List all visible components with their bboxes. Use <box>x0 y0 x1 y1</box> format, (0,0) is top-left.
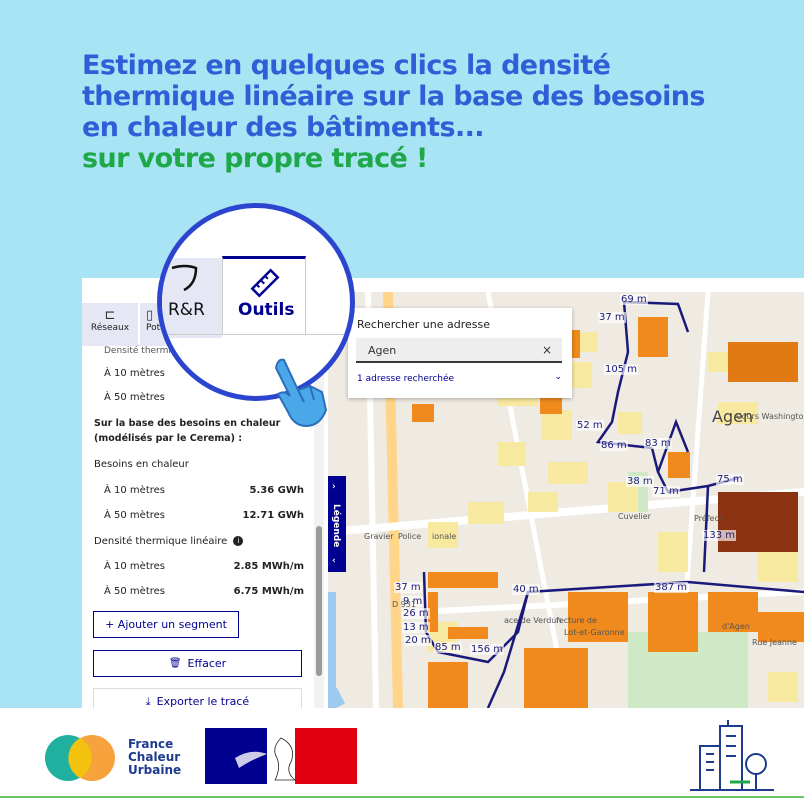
magnified-rr-label: R&R <box>168 300 205 320</box>
info-icon[interactable]: i <box>233 536 244 546</box>
distance-label: 52 m <box>576 420 604 431</box>
chevron-icon: › <box>332 482 336 492</box>
map-place-label: Cuvelier <box>618 512 651 521</box>
densite-title: Densité thermique linéaire <box>94 536 228 547</box>
map-place-label: Rue Jeanne <box>752 638 797 647</box>
buildings-tree-icon <box>690 720 774 791</box>
besoins-50m-row: À 50 mètres 12.71 GWh <box>94 510 304 521</box>
distance-label: 133 m <box>702 530 737 541</box>
densite-10m-row: À 10 mètres 2.85 MWh/m <box>94 561 304 572</box>
hero-background: Estimez en quelques clics la densité the… <box>0 0 804 708</box>
chevron-icon-bottom: ‹ <box>332 556 336 566</box>
densite-50m-label: À 50 mètres <box>104 586 165 597</box>
map-place-label: Cours Washington <box>736 412 804 421</box>
headline-line-1: Estimez en quelques clics la densité <box>82 50 611 81</box>
tab-reseaux-label: Réseaux <box>90 323 130 333</box>
pointing-hand-icon <box>274 358 328 428</box>
effacer-label: Effacer <box>187 657 227 670</box>
distance-label: 83 m <box>644 438 672 449</box>
distance-label: 26 m <box>402 608 430 619</box>
distance-label: 85 m <box>434 642 462 653</box>
headline: Estimez en quelques clics la densité the… <box>82 50 762 174</box>
besoins-50m-value: 12.71 GWh <box>242 510 304 521</box>
distance-label: 40 m <box>512 584 540 595</box>
distance-label: 20 m <box>404 635 432 646</box>
besoins-10m-label: À 10 mètres <box>104 485 165 496</box>
densite-title-row: Densité thermique linéaire i <box>94 536 304 547</box>
map-place-label: D 931 <box>392 600 416 609</box>
distance-label: 387 m <box>654 582 689 593</box>
export-button[interactable]: ⤓ Exporter le tracé <box>93 688 302 708</box>
tab-reseaux[interactable]: ⊏ Réseaux <box>82 303 138 346</box>
search-title: Rechercher une adresse <box>357 318 490 331</box>
distance-label: 75 m <box>716 474 744 485</box>
recent-searches[interactable]: 1 adresse recherchée <box>357 374 454 384</box>
divider <box>162 334 350 335</box>
search-value: Agen <box>368 344 397 357</box>
map-place-label: Préfect <box>694 514 722 523</box>
map-place-label: Police <box>398 532 422 541</box>
map-place-label: d'Agen <box>722 622 750 631</box>
shield-icon <box>171 264 198 292</box>
map-place-label: ace de Verdun <box>504 616 562 625</box>
distance-label: 86 m <box>600 440 628 451</box>
map-place-label: ionale <box>432 532 457 541</box>
pipe-icon: ⊏ <box>104 308 116 323</box>
brand-line-3: Urbaine <box>128 763 182 777</box>
legend-label: Légende <box>331 504 341 548</box>
headline-line-3: en chaleur des bâtiments... <box>82 112 485 143</box>
headline-line-4: sur votre propre tracé ! <box>82 143 428 174</box>
france-chaleur-urbaine-logo <box>45 735 115 781</box>
distance-label: 105 m <box>604 364 639 375</box>
footer: France Chaleur Urbaine <box>0 708 804 804</box>
besoins-10m-value: 5.36 GWh <box>249 485 304 496</box>
legend-toggle[interactable]: › Légende ‹ <box>328 476 346 572</box>
headline-line-2: thermique linéaire sur la base des besoi… <box>82 81 705 112</box>
map-place-label: fecture de <box>556 616 597 625</box>
densite-50m-value: 6.75 MWh/m <box>233 586 304 597</box>
map-place-label: Gravier <box>364 532 394 541</box>
address-search-card: Rechercher une adresse Agen × 1 adresse … <box>348 308 572 398</box>
add-segment-button[interactable]: + Ajouter un segment <box>93 611 239 638</box>
effacer-button[interactable]: 🗑 Effacer <box>93 650 302 677</box>
besoins-10m-row: À 10 mètres 5.36 GWh <box>94 485 304 496</box>
distance-label: 69 m <box>620 294 648 305</box>
distance-label: 37 m <box>394 582 422 593</box>
distance-label: 156 m <box>470 644 505 655</box>
scrollbar-thumb[interactable] <box>316 526 322 676</box>
chevron-down-icon[interactable]: ⌄ <box>554 372 562 382</box>
ruler-icon <box>250 268 280 298</box>
download-icon: ⤓ <box>145 694 151 708</box>
densite-50m-row: À 50 mètres 6.75 MWh/m <box>94 586 304 597</box>
clear-icon[interactable]: × <box>542 343 552 357</box>
magnified-outils-label: Outils <box>238 300 295 320</box>
fcu-wordmark: France Chaleur Urbaine <box>128 738 181 777</box>
search-input[interactable]: Agen × <box>356 338 562 363</box>
densite-10m-value: 2.85 MWh/m <box>233 561 304 572</box>
besoins-intro-2: (modélisés par le Cerema) : <box>94 433 243 444</box>
footer-green-line <box>0 796 804 798</box>
export-label: Exporter le tracé <box>156 695 250 708</box>
distance-label: 13 m <box>402 622 430 633</box>
map-place-label: Lot-et-Garonne <box>564 628 625 637</box>
trash-icon: 🗑 <box>168 658 182 669</box>
republique-francaise-logo <box>205 728 357 784</box>
besoins-title: Besoins en chaleur <box>94 459 189 470</box>
distance-label: 71 m <box>652 486 680 497</box>
besoins-50m-label: À 50 mètres <box>104 510 165 521</box>
distance-label: 38 m <box>626 476 654 487</box>
distance-label: 37 m <box>598 312 626 323</box>
densite-10m-label: À 10 mètres <box>104 561 165 572</box>
